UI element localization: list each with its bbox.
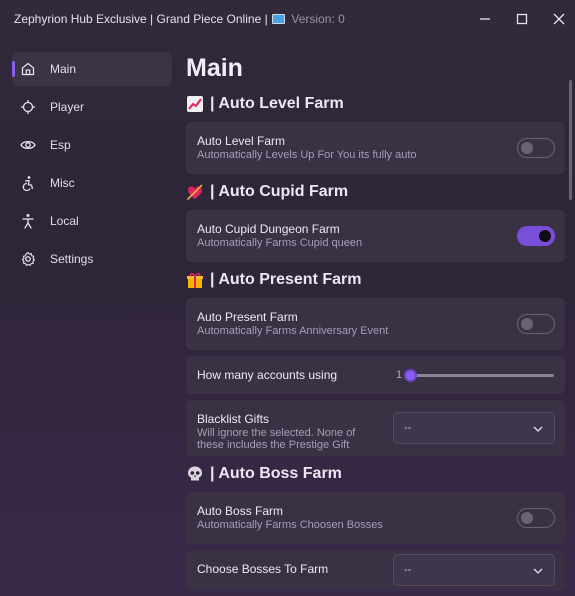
chart-increasing-icon <box>186 95 204 113</box>
wrapped-gift-icon <box>186 271 204 289</box>
toggle-knob <box>521 142 533 154</box>
version-label: Version: 0 <box>291 12 345 26</box>
computer-icon <box>272 14 286 24</box>
section-label: | Auto Boss Farm <box>210 465 342 482</box>
toggle-knob <box>521 318 533 330</box>
section-label: | Auto Present Farm <box>210 271 362 288</box>
sidebar-item-main[interactable]: Main <box>12 52 172 86</box>
card-description: Automatically Farms Anniversary Event <box>197 325 389 337</box>
card-auto-present-farm: Auto Present Farm Automatically Farms An… <box>186 298 565 350</box>
sidebar-item-settings[interactable]: Settings <box>12 242 172 276</box>
card-description: Automatically Farms Choosen Bosses <box>197 519 383 531</box>
choose-bosses-dropdown[interactable]: -- <box>393 554 555 586</box>
card-accounts-slider: How many accounts using 1 <box>186 356 565 394</box>
sidebar-item-esp[interactable]: Esp <box>12 128 172 162</box>
card-title: Auto Boss Farm <box>197 504 284 518</box>
card-auto-cupid-dungeon-farm: Auto Cupid Dungeon Farm Automatically Fa… <box>186 210 565 262</box>
sidebar-item-label: Misc <box>50 176 75 190</box>
card-description-line-1: Will ignore the selected. None of <box>197 427 356 439</box>
auto-cupid-dungeon-farm-toggle[interactable] <box>517 226 555 246</box>
section-header-auto-present-farm: | Auto Present Farm <box>186 266 565 294</box>
auto-boss-farm-toggle[interactable] <box>517 508 555 528</box>
chevron-down-icon <box>532 422 544 434</box>
blacklist-gifts-dropdown[interactable]: -- <box>393 412 555 444</box>
minimize-button[interactable] <box>476 10 494 28</box>
heart-with-arrow-icon <box>186 183 204 201</box>
close-icon <box>553 13 565 25</box>
maximize-button[interactable] <box>513 10 531 28</box>
sidebar: Main Player Esp Misc Local Settings <box>12 52 172 280</box>
toggle-knob <box>521 512 533 524</box>
accessibility-icon <box>20 175 36 191</box>
auto-level-farm-toggle[interactable] <box>517 138 555 158</box>
slider-value: 1 <box>396 369 403 381</box>
main-panel: Main | Auto Level Farm Auto Level Farm A… <box>186 52 565 592</box>
section-header-auto-boss-farm: | Auto Boss Farm <box>186 460 565 488</box>
sidebar-item-label: Local <box>50 214 79 228</box>
card-title: Auto Level Farm <box>197 134 286 148</box>
sidebar-item-player[interactable]: Player <box>12 90 172 124</box>
card-title: Choose Bosses To Farm <box>197 562 329 576</box>
card-auto-boss-farm: Auto Boss Farm Automatically Farms Choos… <box>186 492 565 544</box>
card-title: Auto Present Farm <box>197 310 298 324</box>
card-description: Automatically Farms Cupid queen <box>197 237 363 249</box>
minimize-icon <box>480 18 490 20</box>
sidebar-item-label: Esp <box>50 138 71 152</box>
dropdown-value: -- <box>404 422 412 434</box>
card-title: Blacklist Gifts <box>197 412 270 426</box>
card-title: How many accounts using <box>197 368 338 382</box>
section-header-auto-cupid-farm: | Auto Cupid Farm <box>186 178 565 206</box>
eye-icon <box>20 137 36 153</box>
maximize-icon <box>516 13 528 25</box>
sidebar-item-label: Player <box>50 100 85 114</box>
sidebar-item-label: Main <box>50 62 77 76</box>
card-auto-level-farm: Auto Level Farm Automatically Levels Up … <box>186 122 565 174</box>
skull-icon <box>186 465 204 483</box>
title-bar[interactable]: Zephyrion Hub Exclusive | Grand Piece On… <box>0 0 575 38</box>
auto-present-farm-toggle[interactable] <box>517 314 555 334</box>
gear-icon <box>20 251 36 267</box>
section-label: | Auto Cupid Farm <box>210 183 349 200</box>
crosshair-icon <box>20 99 36 115</box>
accounts-slider-track[interactable] <box>409 374 554 377</box>
card-choose-bosses: Choose Bosses To Farm -- <box>186 550 565 590</box>
sidebar-item-misc[interactable]: Misc <box>12 166 172 200</box>
section-header-auto-level-farm: | Auto Level Farm <box>186 90 565 118</box>
card-description-line-2: these includes the Prestige Gift <box>197 439 350 451</box>
sidebar-item-label: Settings <box>50 252 94 266</box>
card-blacklist-gifts: Blacklist Gifts Will ignore the selected… <box>186 400 565 456</box>
app-window: Zephyrion Hub Exclusive | Grand Piece On… <box>0 0 575 596</box>
person-icon <box>20 213 36 229</box>
chevron-down-icon <box>532 564 544 576</box>
page-title: Main <box>186 54 243 82</box>
close-button[interactable] <box>550 10 568 28</box>
home-icon <box>20 61 36 77</box>
window-title: Zephyrion Hub Exclusive | Grand Piece On… <box>14 12 345 26</box>
dropdown-value: -- <box>404 564 412 576</box>
toggle-knob <box>539 230 551 242</box>
section-label: | Auto Level Farm <box>210 95 344 112</box>
window-title-text: Zephyrion Hub Exclusive | Grand Piece On… <box>14 12 268 26</box>
card-title: Auto Cupid Dungeon Farm <box>197 222 340 236</box>
sidebar-item-local[interactable]: Local <box>12 204 172 238</box>
card-description: Automatically Levels Up For You its full… <box>197 149 417 161</box>
scrollbar[interactable] <box>569 80 572 200</box>
accounts-slider-thumb[interactable] <box>404 369 417 382</box>
